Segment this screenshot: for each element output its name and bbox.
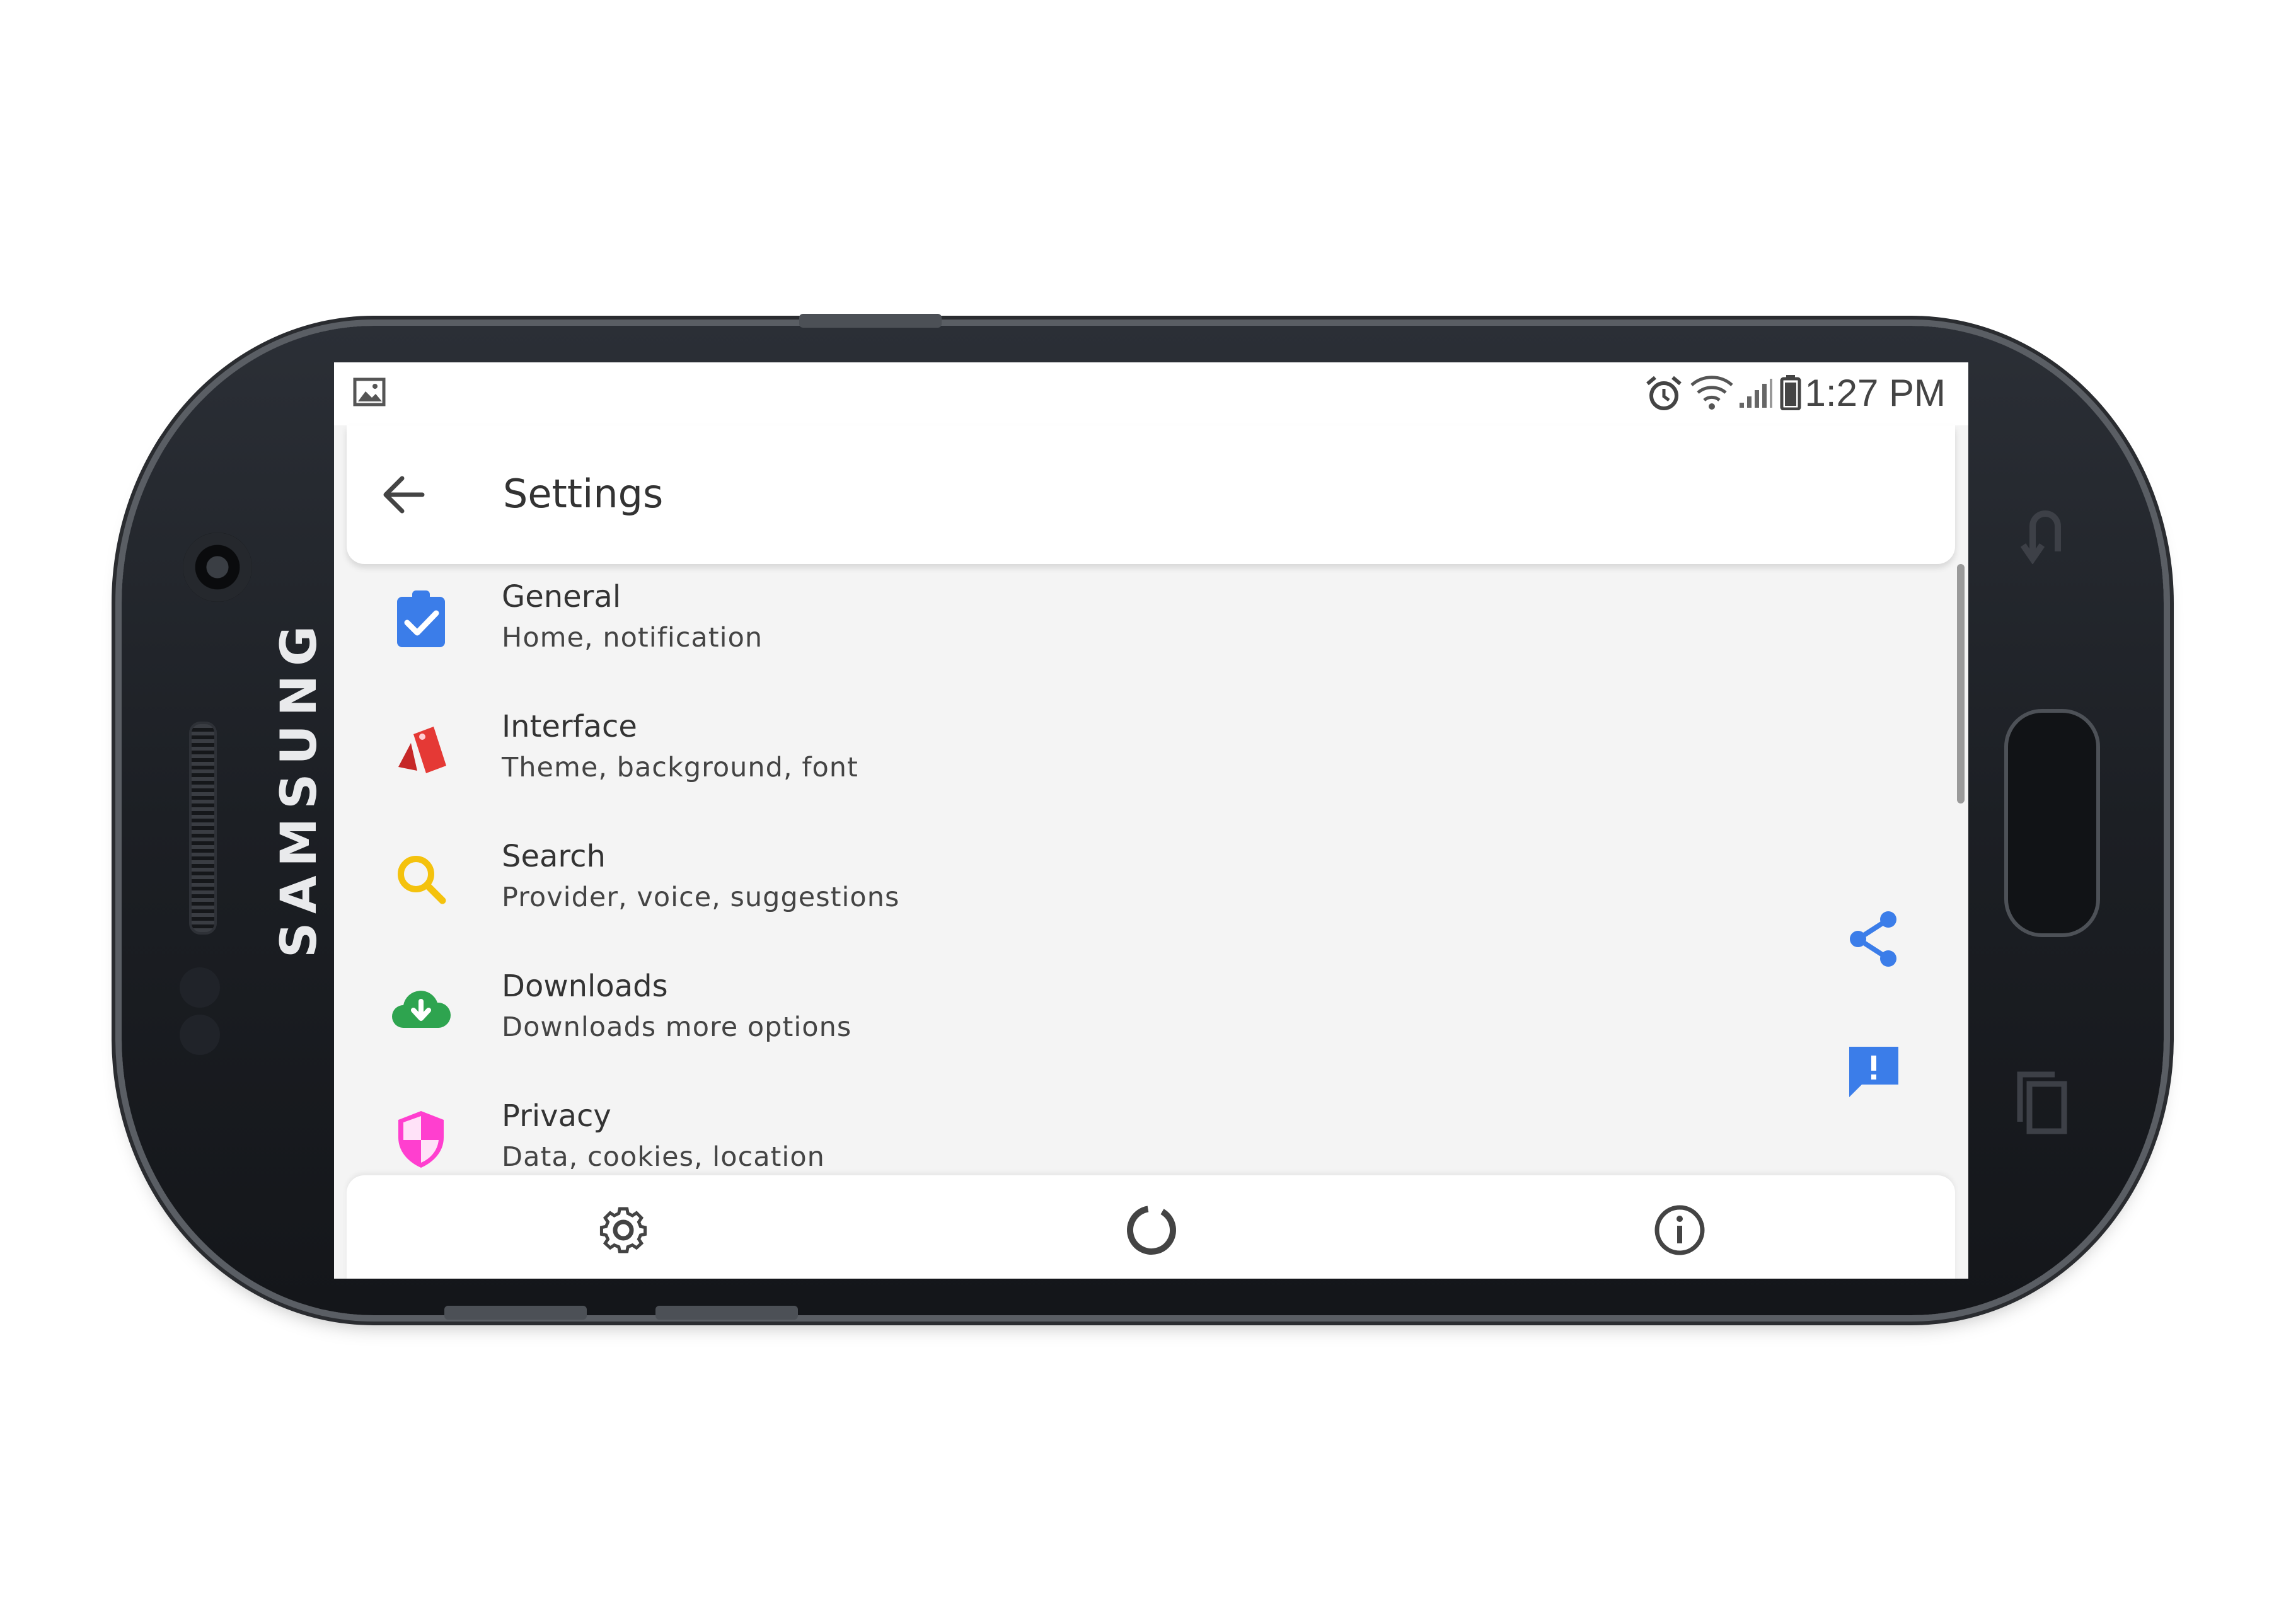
earpiece-speaker — [189, 722, 217, 935]
settings-item-title: General — [502, 579, 621, 614]
settings-item-subtitle: Provider, voice, suggestions — [502, 882, 900, 913]
settings-item-subtitle: Downloads more options — [502, 1011, 852, 1043]
magnifier-icon — [398, 856, 446, 904]
scrollbar[interactable] — [1957, 564, 1965, 803]
settings-item-subtitle: Theme, background, font — [502, 752, 858, 783]
app-bar: Settings — [347, 425, 1955, 564]
volume-down-button — [444, 1306, 587, 1320]
cloud-download-icon — [392, 991, 451, 1028]
alarm-icon — [1646, 376, 1682, 410]
settings-item-search[interactable]: Search Provider, voice, suggestions — [334, 824, 1968, 953]
arrow-left-icon — [383, 476, 425, 514]
share-button[interactable] — [1839, 904, 1908, 974]
settings-item-subtitle: Data, cookies, location — [502, 1141, 825, 1173]
back-key-icon[interactable] — [2020, 501, 2070, 567]
nav-loading-button[interactable] — [1117, 1195, 1186, 1265]
settings-item-title: Interface — [502, 709, 637, 744]
feedback-icon — [1849, 1047, 1898, 1097]
power-button — [799, 314, 942, 328]
settings-item-interface[interactable]: Interface Theme, background, font — [334, 694, 1968, 824]
settings-item-title: Search — [502, 839, 606, 874]
image-notification-icon — [353, 377, 386, 406]
clipboard-check-icon — [397, 590, 445, 647]
settings-item-general[interactable]: General Home, notification — [334, 564, 1968, 694]
volume-up-button — [655, 1306, 798, 1320]
brand-logo: SAMSUNG — [271, 617, 328, 958]
page-title: Settings — [503, 471, 664, 517]
progress-ring-icon — [1127, 1206, 1176, 1255]
home-key[interactable] — [2004, 709, 2100, 937]
share-icon — [1850, 911, 1896, 967]
screen: 1:27 PM Settings General Home, notificat… — [334, 362, 1968, 1279]
proximity-sensor — [180, 967, 220, 1008]
back-button[interactable] — [372, 463, 435, 526]
wifi-icon — [1690, 376, 1733, 410]
nav-info-button[interactable] — [1645, 1195, 1714, 1265]
gear-icon — [599, 1207, 647, 1253]
settings-item-title: Privacy — [502, 1098, 611, 1134]
shield-icon — [398, 1111, 444, 1168]
settings-item-downloads[interactable]: Downloads Downloads more options — [334, 953, 1968, 1083]
bottom-nav — [347, 1175, 1955, 1279]
settings-item-title: Downloads — [502, 969, 668, 1004]
info-icon — [1654, 1205, 1705, 1255]
settings-item-subtitle: Home, notification — [502, 622, 763, 654]
recents-key-icon[interactable] — [2014, 1068, 2070, 1140]
feedback-button[interactable] — [1839, 1038, 1908, 1107]
nav-settings-button[interactable] — [589, 1195, 658, 1265]
battery-icon — [1780, 375, 1801, 410]
front-camera — [183, 533, 252, 602]
light-sensor — [180, 1015, 220, 1055]
swatch-cards-icon — [398, 727, 446, 773]
signal-icon — [1740, 379, 1772, 408]
status-time: 1:27 PM — [1804, 372, 1946, 414]
status-bar: 1:27 PM — [334, 362, 1968, 425]
